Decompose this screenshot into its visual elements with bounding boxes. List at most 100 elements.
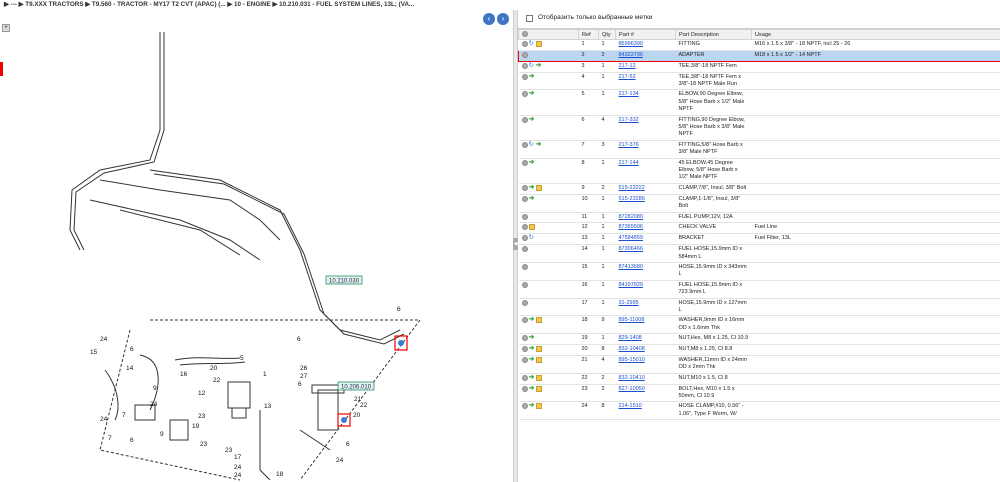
green-arrow-icon[interactable]: ➜ (529, 345, 535, 352)
package-icon[interactable] (535, 41, 542, 47)
cell-part-link[interactable]: 31-2995 (615, 298, 676, 317)
package-icon[interactable] (535, 317, 542, 324)
cell-part-link[interactable]: 84322796 (615, 49, 676, 62)
info-icon[interactable] (521, 62, 528, 69)
table-row[interactable]: ➜ 4 1 217-52 TEE,3/8"-18 NPTF Fem x 3/8"-18 … (518, 72, 1000, 91)
swap-icon[interactable]: ↻ (529, 235, 535, 242)
green-arrow-icon[interactable]: ➜ (529, 73, 535, 80)
package-icon[interactable] (535, 346, 542, 353)
info-icon[interactable] (521, 184, 528, 191)
table-row[interactable]: 15 1 87413680 HOSE,15.9mm ID x 343mm L (518, 262, 1000, 281)
info-icon[interactable] (521, 41, 528, 47)
green-arrow-icon[interactable]: ➜ (529, 195, 535, 202)
show-selected-only-checkbox[interactable] (526, 15, 533, 22)
col-header-qty[interactable]: Qty (598, 29, 616, 40)
cell-part-link[interactable]: 832-10408 (615, 344, 676, 356)
info-icon[interactable] (521, 356, 528, 363)
cell-part-link[interactable]: 87365506 (615, 222, 676, 235)
table-row[interactable]: ➜ 19 1 829-1408 NUT,Hex, M8 x 1.25, Cl 10.9 (518, 333, 1000, 346)
info-icon[interactable] (522, 51, 528, 58)
package-icon[interactable] (535, 403, 542, 410)
table-row[interactable]: ➜ 20 8 832-10408 NUT,M8 x 1.25, Cl 8.8 (518, 344, 1000, 356)
info-icon[interactable] (521, 159, 528, 166)
col-header-part[interactable]: Part # (615, 29, 676, 40)
info-icon[interactable] (521, 224, 528, 231)
info-icon[interactable] (521, 403, 528, 410)
table-row[interactable]: 17 1 31-2995 HOSE,15.9mm ID x 127mm L (518, 298, 1000, 317)
green-arrow-icon[interactable]: ➜ (536, 141, 542, 148)
info-icon[interactable] (521, 281, 528, 288)
package-icon[interactable] (535, 184, 542, 191)
info-icon[interactable] (521, 235, 528, 242)
table-row[interactable]: ➜ 8 1 217-144 45 ELBOW,45 Degree Elbow, 5/8"… (518, 158, 1000, 184)
table-row[interactable]: ➜ 24 8 214-1510 HOSE CLAMP,#10, 0.56" - 1.06… (518, 401, 1000, 421)
table-row[interactable]: 16 1 84197929 FUEL HOSE,15.9mm ID x 723.9mm… (518, 280, 1000, 299)
cell-part-link[interactable]: 214-1510 (615, 401, 676, 421)
cell-part-link[interactable]: 217-144 (615, 158, 676, 184)
info-icon[interactable] (521, 263, 528, 270)
cell-part-link[interactable]: 895-15010 (615, 355, 676, 374)
table-row[interactable]: 14 1 87306466 FUEL HOSE,15.9mm ID x 584mm L (518, 244, 1000, 263)
green-arrow-icon[interactable]: ➜ (529, 356, 535, 363)
info-icon[interactable] (521, 91, 528, 98)
table-row[interactable]: ↻ ➜ 3 1 217-12 TEE,3/8"-18 NPTF Fem (518, 61, 1000, 73)
cell-part-link[interactable]: 829-1408 (615, 333, 676, 346)
cell-part-link[interactable]: 217-332 (615, 115, 676, 141)
swap-icon[interactable]: ↻ (529, 141, 535, 148)
info-icon[interactable] (521, 195, 528, 202)
info-icon[interactable] (521, 335, 528, 342)
swap-icon[interactable]: ↻ (529, 40, 535, 47)
table-row[interactable]: ➜ 18 9 895-11008 WASHER,9mm ID x 16mm OD x 1… (518, 315, 1000, 335)
table-row[interactable]: ↻ 13 1 47584859 BRACKET Fuel Filter, 13L (518, 233, 1000, 246)
green-arrow-icon[interactable]: ➜ (529, 385, 535, 392)
cell-part-link[interactable]: 217-134 (615, 89, 676, 116)
cell-part-link[interactable]: 87413680 (615, 262, 676, 281)
cell-part-link[interactable]: 217-12 (615, 61, 676, 73)
info-icon[interactable] (521, 317, 528, 324)
info-icon[interactable] (521, 213, 528, 220)
package-icon[interactable] (535, 356, 542, 363)
table-row[interactable]: ➜ 21 4 895-15010 WASHER,11mm ID x 24mm OD x … (518, 355, 1000, 374)
col-header-ref[interactable]: Ref (578, 29, 599, 40)
package-icon[interactable] (528, 224, 535, 231)
swap-icon[interactable]: ↻ (529, 62, 535, 69)
green-arrow-icon[interactable]: ➜ (536, 62, 542, 69)
settings-icon[interactable] (522, 31, 528, 38)
col-header-icons[interactable] (518, 29, 579, 40)
green-arrow-icon[interactable]: ➜ (529, 90, 535, 97)
table-row[interactable]: ➜ 9 2 515-23222 CLAMP,7/8", Insul, 3/8" Bolt (518, 183, 1000, 195)
table-row[interactable]: ➜ 6 4 217-332 FITTING,90 Degree Elbow, 5/8" … (518, 115, 1000, 141)
package-icon[interactable] (535, 385, 542, 392)
cell-part-link[interactable]: 515-23222 (615, 183, 676, 195)
table-row[interactable]: ↻ 1 1 86996390 FITTING M16 x 1.5 x 3/8" - 18 … (518, 39, 1000, 51)
info-icon[interactable] (521, 141, 528, 148)
info-icon[interactable] (521, 346, 528, 353)
table-row[interactable]: ➜ 10 1 515-23286 CLAMP,1-1/8", Insul, 3/8" B… (518, 194, 1000, 213)
green-arrow-icon[interactable]: ➜ (529, 402, 535, 409)
green-arrow-icon[interactable]: ➜ (529, 116, 535, 123)
cell-part-link[interactable]: 217-52 (615, 72, 676, 91)
info-icon[interactable] (521, 374, 528, 381)
cell-part-link[interactable]: 84197929 (615, 280, 676, 299)
table-row[interactable]: 12 1 87365506 CHECK VALVE Fuel Line (518, 222, 1000, 235)
info-icon[interactable] (521, 73, 528, 80)
breadcrumb[interactable]: ▶ --- ▶ T9.XXX TRACTORS ▶ T9.560 - TRACT… (4, 1, 414, 8)
table-row[interactable]: ➜ 22 2 832-10410 NUT,M10 x 1.5, Cl 8 (518, 373, 1000, 385)
info-icon[interactable] (521, 385, 528, 392)
green-arrow-icon[interactable]: ➜ (529, 374, 535, 381)
cell-part-link[interactable]: 827-10050 (615, 384, 676, 403)
table-row[interactable]: 2 2 84322796 ADAPTER M18 x 1.5 x 1/2" - 14 N… (518, 49, 1000, 62)
cell-part-link[interactable]: 217-376 (615, 140, 676, 159)
green-arrow-icon[interactable]: ➜ (529, 316, 535, 323)
green-arrow-icon[interactable]: ➜ (529, 334, 535, 341)
green-arrow-icon[interactable]: ➜ (529, 159, 535, 166)
table-row[interactable]: ➜ 23 2 827-10050 BOLT,Hex, M10 x 1.5 x 50mm,… (518, 384, 1000, 403)
table-row[interactable]: 11 1 87282080 FUEL PUMP,12V, 12A (518, 212, 1000, 224)
table-row[interactable]: ↻ ➜ 7 3 217-376 FITTING,5/8" Hose Barb x 3/8"… (518, 140, 1000, 159)
info-icon[interactable] (521, 246, 528, 253)
package-icon[interactable] (535, 374, 542, 381)
cell-part-link[interactable]: 87306466 (615, 244, 676, 263)
green-arrow-icon[interactable]: ➜ (529, 184, 535, 191)
table-row[interactable]: ➜ 5 1 217-134 ELBOW,90 Degree Elbow, 5/8" Ho… (518, 89, 1000, 116)
cell-part-link[interactable]: 832-10410 (615, 373, 676, 385)
